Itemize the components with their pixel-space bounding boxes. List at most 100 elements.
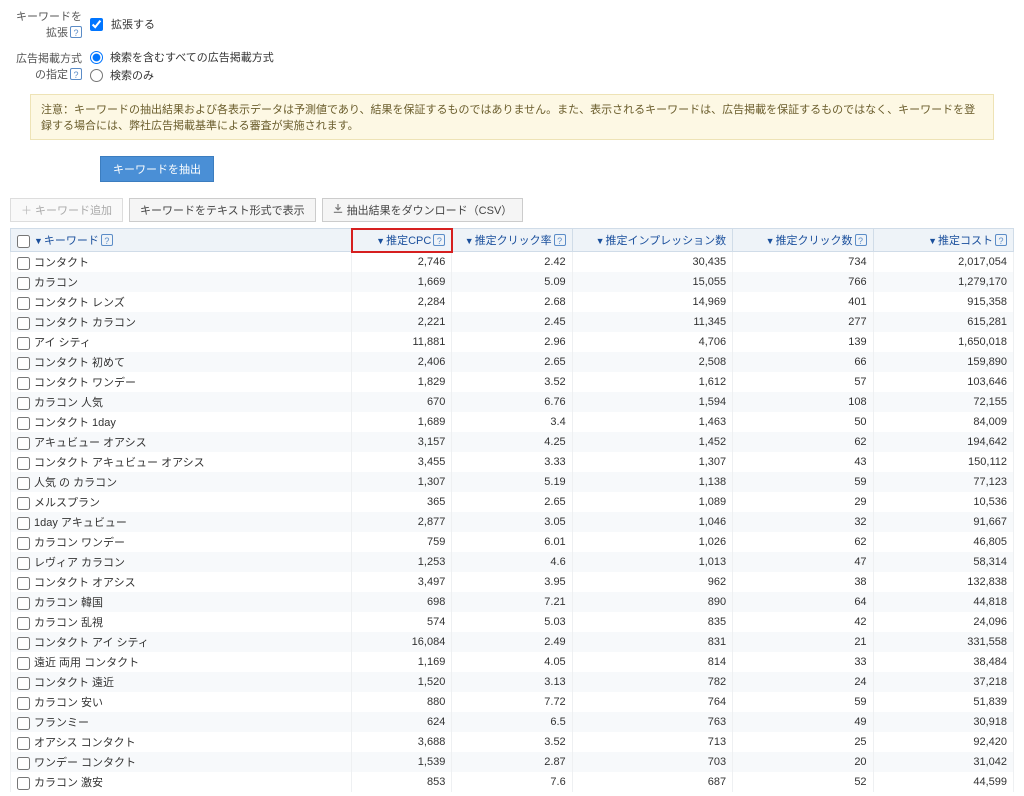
cell-keyword[interactable]: カラコン xyxy=(11,272,352,292)
cell-imp: 1,046 xyxy=(572,512,732,532)
row-checkbox[interactable] xyxy=(17,557,30,570)
extract-button[interactable]: キーワードを抽出 xyxy=(100,156,214,182)
row-checkbox[interactable] xyxy=(17,537,30,550)
cell-keyword[interactable]: アキュビュー オアシス xyxy=(11,432,352,452)
row-checkbox[interactable] xyxy=(17,457,30,470)
cell-keyword[interactable]: コンタクト 遠近 xyxy=(11,672,352,692)
col-ctr-label[interactable]: 推定クリック率 xyxy=(475,235,552,247)
col-imp[interactable]: ▼推定インプレッション数 xyxy=(572,229,732,252)
extend-checkbox-label[interactable]: 拡張する xyxy=(90,15,155,33)
row-checkbox[interactable] xyxy=(17,497,30,510)
cell-cpc: 16,084 xyxy=(352,632,452,652)
help-icon[interactable]: ? xyxy=(995,234,1007,246)
cell-keyword[interactable]: カラコン 人気 xyxy=(11,392,352,412)
cell-keyword[interactable]: メルスプラン xyxy=(11,492,352,512)
row-checkbox[interactable] xyxy=(17,297,30,310)
row-checkbox[interactable] xyxy=(17,417,30,430)
cell-ctr: 5.19 xyxy=(452,472,572,492)
col-keyword[interactable]: ▼キーワード? xyxy=(11,229,352,252)
cell-cpc: 1,689 xyxy=(352,412,452,432)
row-checkbox[interactable] xyxy=(17,257,30,270)
cell-keyword[interactable]: 人気 の カラコン xyxy=(11,472,352,492)
row-checkbox[interactable] xyxy=(17,437,30,450)
col-cpc-label[interactable]: 推定CPC xyxy=(386,235,431,247)
row-checkbox[interactable] xyxy=(17,317,30,330)
cell-keyword[interactable]: カラコン 激安 xyxy=(11,772,352,792)
cell-keyword[interactable]: コンタクト 1day xyxy=(11,412,352,432)
select-all-checkbox[interactable] xyxy=(17,235,30,248)
cell-keyword[interactable]: カラコン 安い xyxy=(11,692,352,712)
row-checkbox[interactable] xyxy=(17,757,30,770)
help-icon[interactable]: ? xyxy=(433,234,445,246)
cell-clicks: 59 xyxy=(733,692,873,712)
row-checkbox[interactable] xyxy=(17,637,30,650)
col-cpc[interactable]: ▼推定CPC? xyxy=(352,229,452,252)
col-cost[interactable]: ▼推定コスト? xyxy=(873,229,1013,252)
col-clicks[interactable]: ▼推定クリック数? xyxy=(733,229,873,252)
cell-imp: 2,508 xyxy=(572,352,732,372)
cell-keyword[interactable]: ワンデー コンタクト xyxy=(11,752,352,772)
cell-keyword[interactable]: コンタクト オアシス xyxy=(11,572,352,592)
col-cost-label[interactable]: 推定コスト xyxy=(938,235,993,247)
row-checkbox[interactable] xyxy=(17,597,30,610)
row-checkbox[interactable] xyxy=(17,617,30,630)
row-checkbox[interactable] xyxy=(17,477,30,490)
cell-keyword[interactable]: 1day アキュビュー xyxy=(11,512,352,532)
cell-keyword[interactable]: コンタクト アキュビュー オアシス xyxy=(11,452,352,472)
help-icon[interactable]: ? xyxy=(554,234,566,246)
col-ctr[interactable]: ▼推定クリック率? xyxy=(452,229,572,252)
cell-ctr: 5.03 xyxy=(452,612,572,632)
row-checkbox[interactable] xyxy=(17,717,30,730)
cell-keyword[interactable]: フランミー xyxy=(11,712,352,732)
row-checkbox[interactable] xyxy=(17,277,30,290)
cell-keyword[interactable]: カラコン ワンデー xyxy=(11,532,352,552)
cell-keyword[interactable]: コンタクト レンズ xyxy=(11,292,352,312)
row-checkbox[interactable] xyxy=(17,337,30,350)
col-imp-label[interactable]: 推定インプレッション数 xyxy=(605,235,726,247)
col-keyword-label[interactable]: キーワード xyxy=(44,235,99,247)
cell-keyword[interactable]: コンタクト ワンデー xyxy=(11,372,352,392)
cell-cost: 44,818 xyxy=(873,592,1013,612)
cell-imp: 30,435 xyxy=(572,252,732,273)
adtype-option-search[interactable]: 検索のみ xyxy=(90,66,274,84)
row-checkbox[interactable] xyxy=(17,677,30,690)
adtype-radio-search[interactable] xyxy=(90,69,103,82)
cell-cpc: 2,746 xyxy=(352,252,452,273)
help-icon[interactable]: ? xyxy=(70,68,82,80)
cell-keyword[interactable]: 遠近 両用 コンタクト xyxy=(11,652,352,672)
download-csv-button[interactable]: 抽出結果をダウンロード（CSV） xyxy=(322,198,524,222)
cell-keyword[interactable]: コンタクト xyxy=(11,252,352,273)
cell-keyword[interactable]: コンタクト カラコン xyxy=(11,312,352,332)
cell-keyword[interactable]: カラコン 乱視 xyxy=(11,612,352,632)
row-checkbox[interactable] xyxy=(17,657,30,670)
help-icon[interactable]: ? xyxy=(101,234,113,246)
cell-cost: 1,279,170 xyxy=(873,272,1013,292)
cell-keyword[interactable]: コンタクト アイ シティ xyxy=(11,632,352,652)
adtype-option-all[interactable]: 検索を含むすべての広告掲載方式 xyxy=(90,48,274,66)
help-icon[interactable]: ? xyxy=(70,26,82,38)
row-checkbox[interactable] xyxy=(17,517,30,530)
row-checkbox[interactable] xyxy=(17,737,30,750)
row-checkbox[interactable] xyxy=(17,697,30,710)
cell-cpc: 624 xyxy=(352,712,452,732)
row-checkbox[interactable] xyxy=(17,377,30,390)
row-checkbox[interactable] xyxy=(17,577,30,590)
cell-cpc: 2,877 xyxy=(352,512,452,532)
cell-keyword[interactable]: オアシス コンタクト xyxy=(11,732,352,752)
table-row: カラコン ワンデー7596.011,0266246,805 xyxy=(11,532,1014,552)
cell-imp: 4,706 xyxy=(572,332,732,352)
cell-keyword[interactable]: レヴィア カラコン xyxy=(11,552,352,572)
extend-checkbox[interactable] xyxy=(90,18,103,31)
cell-keyword[interactable]: アイ シティ xyxy=(11,332,352,352)
row-checkbox[interactable] xyxy=(17,777,30,790)
row-checkbox[interactable] xyxy=(17,357,30,370)
help-icon[interactable]: ? xyxy=(855,234,867,246)
adtype-radio-all[interactable] xyxy=(90,51,103,64)
cell-keyword[interactable]: コンタクト 初めて xyxy=(11,352,352,372)
show-text-button[interactable]: キーワードをテキスト形式で表示 xyxy=(129,198,316,222)
cell-ctr: 3.33 xyxy=(452,452,572,472)
cell-keyword[interactable]: カラコン 韓国 xyxy=(11,592,352,612)
row-checkbox[interactable] xyxy=(17,397,30,410)
col-clicks-label[interactable]: 推定クリック数 xyxy=(776,235,853,247)
cell-ctr: 4.25 xyxy=(452,432,572,452)
